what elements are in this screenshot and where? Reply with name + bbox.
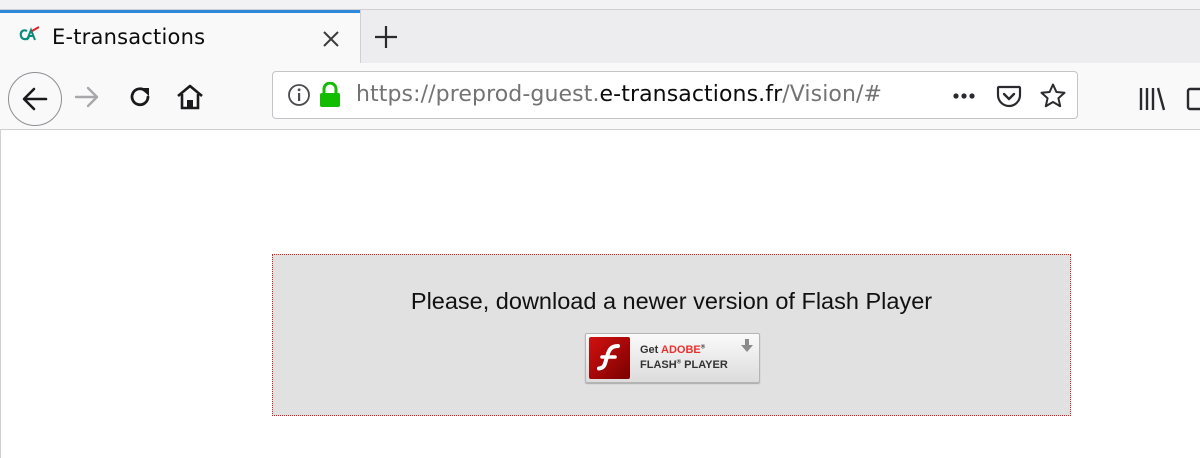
navigation-toolbar: https://preprod-guest.e-transactions.fr/… (0, 63, 1200, 130)
forward-arrow-icon[interactable] (73, 83, 101, 111)
url-bar[interactable]: https://preprod-guest.e-transactions.fr/… (272, 71, 1078, 119)
badge-get-adobe: Get ADOBE® (640, 344, 705, 356)
url-text[interactable]: https://preprod-guest.e-transactions.fr/… (356, 82, 882, 107)
tab-strip: E-transactions (0, 0, 1200, 63)
back-button[interactable] (8, 72, 62, 126)
home-icon[interactable] (174, 81, 206, 113)
badge-get: Get (640, 344, 659, 356)
pocket-icon[interactable] (995, 82, 1023, 110)
ca-bank-icon (18, 26, 40, 44)
get-flash-player-button[interactable]: Get ADOBE® FLASH® PLAYER (585, 333, 760, 383)
lock-icon[interactable] (319, 81, 341, 108)
url-host: e-transactions.fr (599, 82, 783, 107)
url-path: /Vision/# (782, 82, 883, 107)
more-actions-icon[interactable] (951, 86, 977, 106)
page-content: Please, download a newer version of Flas… (0, 130, 1200, 458)
tab-e-transactions[interactable]: E-transactions (0, 10, 361, 63)
url-prefix: https://preprod-guest. (356, 82, 600, 107)
bookmark-star-icon[interactable] (1039, 82, 1067, 110)
badge-player: PLAYER (684, 359, 728, 371)
info-icon[interactable] (287, 83, 311, 107)
badge-reg-1: ® (700, 344, 706, 351)
titlebar (0, 0, 1200, 10)
active-tab-indicator (0, 10, 360, 13)
flash-message: Please, download a newer version of Flas… (410, 288, 933, 314)
badge-flash: FLASH (640, 359, 677, 371)
tab-title: E-transactions (52, 25, 206, 49)
sidebars-icon[interactable] (1186, 85, 1200, 113)
reload-icon[interactable] (125, 82, 155, 112)
flash-logo-icon (589, 337, 630, 379)
close-icon[interactable] (320, 28, 342, 50)
back-arrow-icon (22, 87, 48, 111)
flash-placeholder: Please, download a newer version of Flas… (272, 254, 1071, 416)
download-arrow-icon (741, 338, 753, 352)
badge-reg-2: ® (676, 359, 682, 366)
badge-flash-player: FLASH® PLAYER (640, 359, 728, 371)
new-tab-plus-icon[interactable] (373, 24, 399, 50)
library-icon[interactable] (1138, 85, 1166, 113)
badge-adobe: ADOBE (661, 344, 701, 356)
